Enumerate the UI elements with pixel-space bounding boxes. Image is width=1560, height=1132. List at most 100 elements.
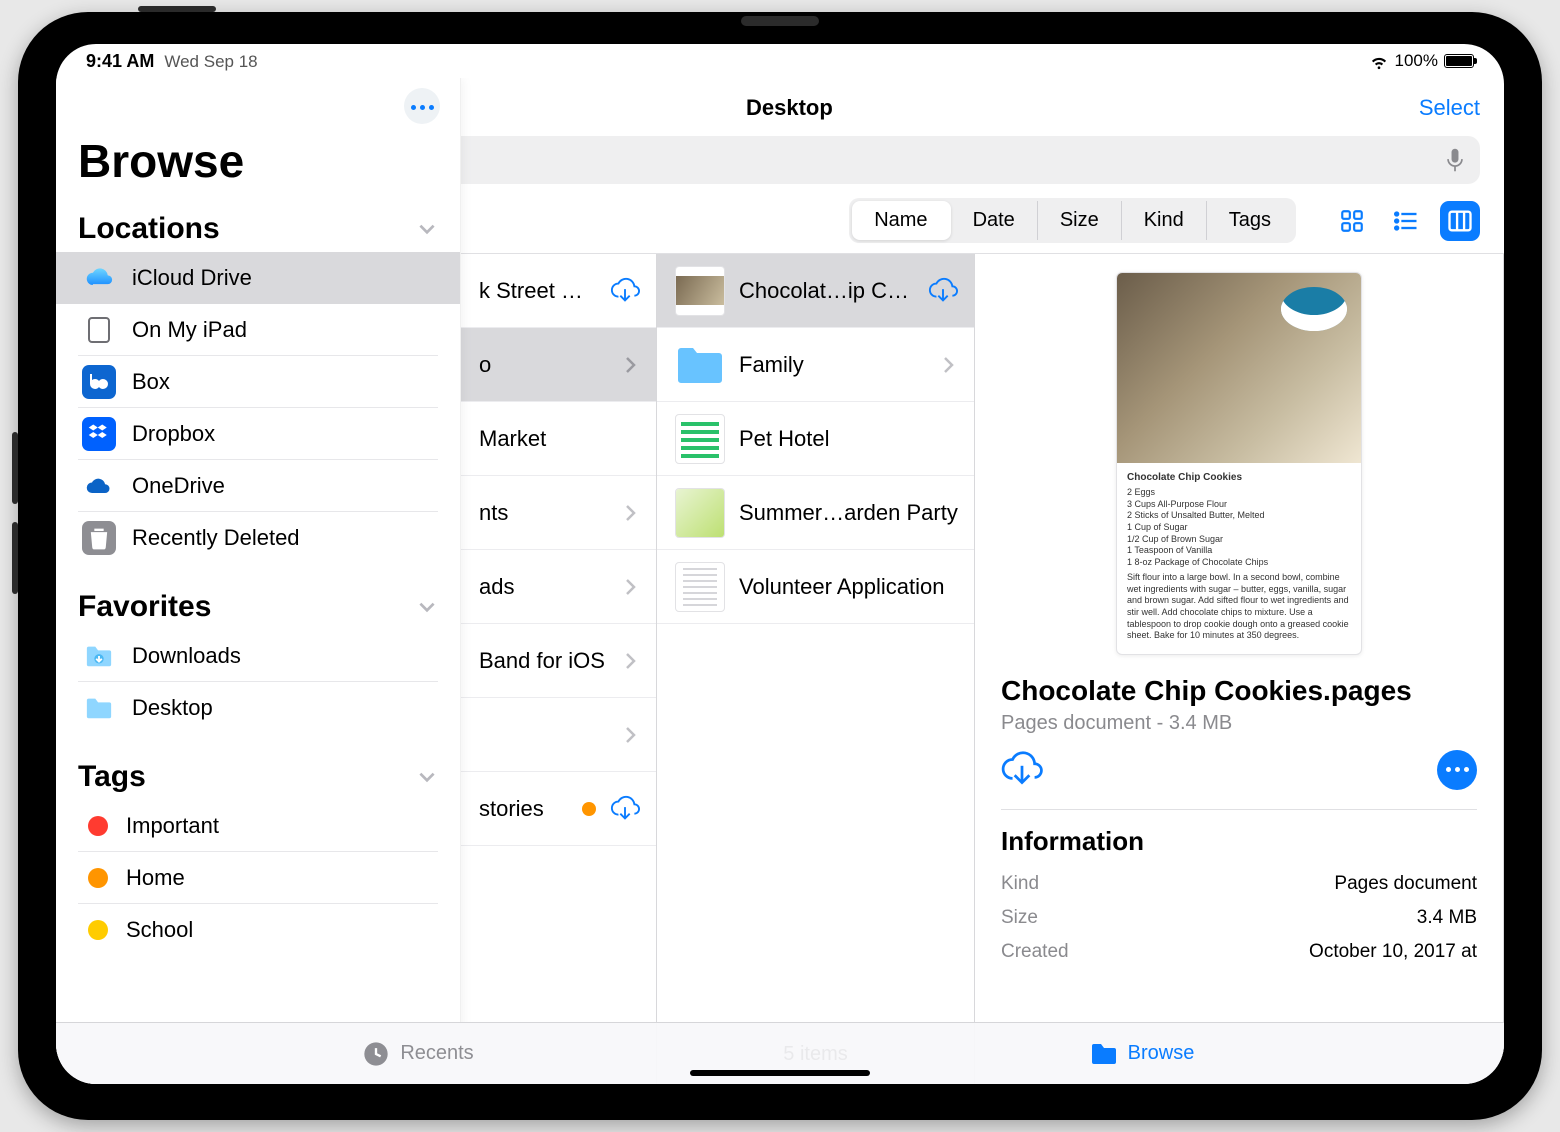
detail-pane: Chocolate Chip Cookies 2 Eggs 3 Cups All…	[975, 254, 1504, 1084]
sidebar-tag-important[interactable]: Important	[78, 800, 438, 852]
tag-dot-icon	[582, 802, 596, 816]
list-item[interactable]: nts	[461, 476, 656, 550]
ipad-icon	[82, 313, 116, 347]
sidebar-item-onedrive[interactable]: OneDrive	[78, 460, 438, 512]
chevron-down-icon	[416, 596, 438, 618]
list-item[interactable]: Volunteer Application	[657, 550, 974, 624]
list-item[interactable]	[461, 698, 656, 772]
sort-name[interactable]: Name	[852, 201, 950, 240]
sidebar-item-box[interactable]: Box	[78, 356, 438, 408]
sidebar-item-desktop[interactable]: Desktop	[78, 682, 438, 734]
sidebar-item-icloud[interactable]: iCloud Drive	[56, 252, 460, 304]
view-grid-icon[interactable]	[1332, 201, 1372, 241]
sidebar-item-ipad[interactable]: On My iPad	[78, 304, 438, 356]
status-bar: 9:41 AM Wed Sep 18 100%	[56, 44, 1504, 78]
list-item[interactable]: Family	[657, 328, 974, 402]
sidebar-item-label: Dropbox	[132, 421, 215, 447]
chevron-right-icon	[622, 504, 640, 522]
sidebar-title: Browse	[56, 128, 460, 204]
info-row: CreatedOctober 10, 2017 at	[1001, 935, 1477, 969]
tag-dot-icon	[88, 868, 108, 888]
sidebar-tag-school[interactable]: School	[78, 904, 438, 956]
home-indicator[interactable]	[690, 1070, 870, 1076]
info-heading: Information	[1001, 826, 1477, 857]
box-icon	[82, 365, 116, 399]
sort-tags[interactable]: Tags	[1207, 201, 1293, 240]
sidebar-item-label: Recently Deleted	[132, 525, 300, 551]
view-list-icon[interactable]	[1386, 201, 1426, 241]
onedrive-icon	[82, 469, 116, 503]
list-item[interactable]: ads	[461, 550, 656, 624]
list-item[interactable]: Summer…arden Party	[657, 476, 974, 550]
sidebar-item-downloads[interactable]: Downloads	[78, 630, 438, 682]
sidebar-item-label: Downloads	[132, 643, 241, 669]
sidebar-more-button[interactable]	[404, 88, 440, 124]
preview-body: Sift flour into a large bowl. In a secon…	[1127, 572, 1349, 640]
dropbox-icon	[82, 417, 116, 451]
chevron-right-icon	[622, 652, 640, 670]
folder-icon	[1090, 1040, 1118, 1068]
mic-icon[interactable]	[1444, 147, 1466, 173]
more-actions-button[interactable]	[1437, 750, 1477, 790]
sidebar-item-label: Desktop	[132, 695, 213, 721]
detail-subtitle: Pages document - 3.4 MB	[1001, 712, 1477, 735]
sort-size[interactable]: Size	[1038, 201, 1122, 240]
sidebar-item-label: School	[126, 917, 193, 943]
clock-icon	[362, 1040, 390, 1068]
sidebar: Browse Locations iCloud Drive	[56, 78, 461, 1084]
sort-kind[interactable]: Kind	[1122, 201, 1207, 240]
section-locations[interactable]: Locations	[78, 204, 438, 252]
tag-dot-icon	[88, 920, 108, 940]
file-thumb-icon	[675, 414, 725, 464]
battery-icon	[1444, 54, 1474, 68]
detail-title: Chocolate Chip Cookies.pages	[1001, 673, 1477, 708]
preview-heading: Chocolate Chip Cookies	[1127, 472, 1242, 483]
column-2: Chocolat…ip Cookies Family Pet Hotel	[657, 254, 975, 1084]
sidebar-tag-home[interactable]: Home	[78, 852, 438, 904]
preview-ingredients: 2 Eggs 3 Cups All-Purpose Flour 2 Sticks…	[1127, 487, 1351, 569]
trash-icon	[82, 521, 116, 555]
file-thumb-icon	[675, 562, 725, 612]
list-item[interactable]: k Street Food	[461, 254, 656, 328]
list-item[interactable]: Pet Hotel	[657, 402, 974, 476]
view-columns-icon[interactable]	[1440, 201, 1480, 241]
sidebar-item-label: Important	[126, 813, 219, 839]
status-time: 9:41 AM	[86, 51, 154, 72]
list-item[interactable]: Band for iOS	[461, 624, 656, 698]
sort-date[interactable]: Date	[951, 201, 1038, 240]
sidebar-item-label: iCloud Drive	[132, 265, 252, 291]
file-thumb-icon	[675, 488, 725, 538]
chevron-down-icon	[416, 766, 438, 788]
cloud-download-icon[interactable]	[610, 276, 640, 306]
download-button[interactable]	[1001, 749, 1043, 791]
cloud-download-icon[interactable]	[610, 794, 640, 824]
chevron-right-icon	[940, 356, 958, 374]
tag-dot-icon	[88, 816, 108, 836]
sidebar-item-label: OneDrive	[132, 473, 225, 499]
list-item[interactable]: Market	[461, 402, 656, 476]
cloud-download-icon[interactable]	[928, 276, 958, 306]
tab-browse[interactable]: Browse	[780, 1040, 1504, 1068]
battery-pct: 100%	[1395, 51, 1438, 71]
section-favorites[interactable]: Favorites	[78, 582, 438, 630]
sidebar-item-label: Box	[132, 369, 170, 395]
chevron-down-icon	[416, 218, 438, 240]
chevron-right-icon	[622, 356, 640, 374]
sort-segmented[interactable]: Name Date Size Kind Tags	[849, 198, 1296, 243]
folder-icon	[675, 340, 725, 390]
status-date: Wed Sep 18	[164, 52, 257, 72]
sidebar-item-label: Home	[126, 865, 185, 891]
section-tags[interactable]: Tags	[78, 752, 438, 800]
file-thumb-icon	[675, 266, 725, 316]
list-item[interactable]: Chocolat…ip Cookies	[657, 254, 974, 328]
list-item[interactable]: o	[461, 328, 656, 402]
folder-icon	[82, 691, 116, 725]
chevron-right-icon	[622, 726, 640, 744]
tab-recents[interactable]: Recents	[56, 1040, 780, 1068]
sidebar-item-trash[interactable]: Recently Deleted	[78, 512, 438, 564]
list-item[interactable]: stories	[461, 772, 656, 846]
sidebar-item-dropbox[interactable]: Dropbox	[78, 408, 438, 460]
file-preview[interactable]: Chocolate Chip Cookies 2 Eggs 3 Cups All…	[1116, 272, 1362, 655]
wifi-icon	[1369, 51, 1389, 71]
select-button[interactable]: Select	[1419, 95, 1480, 121]
